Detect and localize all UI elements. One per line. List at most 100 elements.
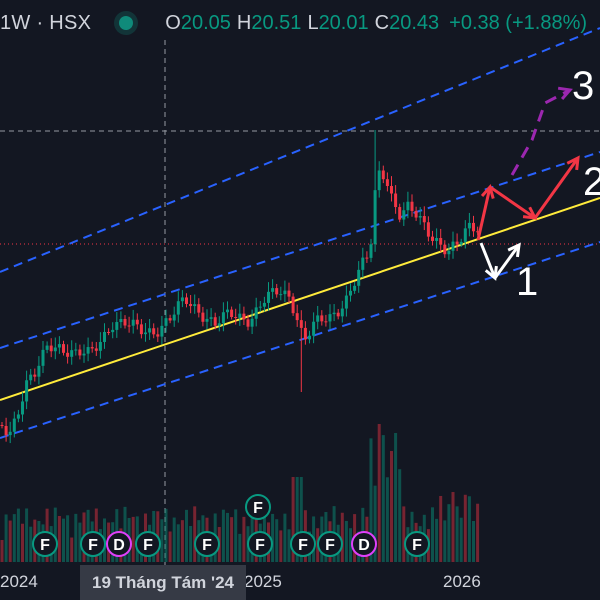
candle-body — [127, 325, 131, 327]
earnings-event-icon[interactable]: F — [404, 531, 430, 557]
volume-bar — [385, 477, 389, 562]
earnings-event-icon[interactable]: F — [245, 494, 271, 520]
candle-body — [8, 431, 12, 436]
wave-label-2[interactable]: 2 — [583, 162, 600, 202]
ohlc-open: O20.05 — [165, 11, 231, 34]
candle-body — [275, 288, 279, 295]
earnings-event-icon[interactable]: F — [80, 531, 106, 557]
candle-body — [369, 244, 373, 258]
dividend-event-icon[interactable]: D — [106, 531, 132, 557]
candle-body — [299, 320, 303, 328]
candles-series — [0, 130, 480, 444]
candle-body — [70, 350, 74, 357]
candle-body — [37, 365, 41, 377]
candle-body — [279, 294, 283, 296]
candle-body — [209, 317, 213, 319]
svg-text:F: F — [202, 537, 212, 554]
ohlc-close: C20.43 — [374, 11, 440, 34]
volume-bar — [279, 530, 283, 562]
candle-body — [287, 290, 291, 297]
candle-body — [12, 418, 16, 432]
earnings-event-icon[interactable]: F — [247, 531, 273, 557]
volume-bar — [0, 540, 4, 562]
candle-body — [0, 425, 4, 426]
candle-body — [332, 312, 336, 315]
candle-body — [45, 345, 49, 350]
candle-body — [16, 414, 20, 419]
candle-body — [123, 318, 127, 326]
volume-bar — [185, 509, 188, 562]
time-label-2024: 2024 — [0, 572, 38, 591]
volume-bar — [25, 508, 29, 562]
candle-body — [217, 323, 221, 326]
wave2-leg-b — [489, 185, 536, 220]
volume-bar — [344, 520, 348, 562]
volume-bar — [451, 492, 455, 562]
wave-label-3[interactable]: 3 — [572, 66, 594, 106]
candle-body — [353, 285, 357, 291]
candle-body — [193, 304, 197, 307]
candle-body — [41, 349, 45, 366]
volume-bar — [164, 508, 168, 562]
candle-body — [139, 324, 143, 335]
volume-bar — [226, 512, 229, 562]
time-label-2025: 2025 — [244, 572, 282, 591]
volume-bar — [180, 520, 184, 562]
candle-body — [160, 325, 164, 337]
volume-bar — [193, 506, 197, 562]
wave3-projection-line — [510, 88, 571, 176]
candle-body — [303, 327, 307, 340]
volume-bar — [463, 494, 467, 562]
earnings-event-icon[interactable]: F — [317, 531, 343, 557]
earnings-event-icon[interactable]: F — [135, 531, 161, 557]
volume-bar — [230, 517, 234, 562]
volume-bar — [189, 525, 193, 562]
svg-text:F: F — [143, 537, 153, 554]
candle-body — [324, 321, 328, 323]
volume-bar — [242, 516, 246, 562]
dividend-event-icon[interactable]: D — [351, 531, 377, 557]
candle-body — [422, 216, 426, 223]
volume-bar — [70, 537, 74, 562]
chart-panel[interactable]: FFDFFFFFDFF 1W · HSX O20.05 H20.51 L20.0… — [0, 0, 600, 600]
volume-bar — [472, 520, 475, 562]
candle-body — [365, 257, 369, 259]
volume-bar — [29, 526, 33, 562]
candle-body — [262, 302, 266, 307]
volume-bar — [394, 432, 398, 562]
candle-body — [29, 374, 33, 381]
candle-body — [459, 241, 463, 245]
candle-body — [25, 380, 29, 402]
volume-bar — [57, 515, 61, 562]
price-chart[interactable]: F F D F F F F F D FF — [0, 0, 600, 600]
candle-body — [344, 295, 348, 309]
earnings-event-icon[interactable]: F — [194, 531, 220, 557]
volume-bar — [221, 509, 225, 562]
market-status-icon[interactable] — [119, 16, 134, 30]
candle-body — [176, 301, 180, 315]
candle-body — [74, 349, 78, 351]
svg-text:F: F — [325, 537, 335, 554]
candle-body — [291, 296, 295, 314]
earnings-event-icon[interactable]: F — [32, 531, 58, 557]
volume-bar — [381, 435, 385, 562]
candle-body — [463, 228, 467, 242]
candle-body — [201, 312, 205, 322]
volume-bar — [271, 513, 275, 562]
volume-bar — [176, 524, 180, 562]
candle-body — [447, 250, 451, 255]
volume-bar — [66, 515, 70, 562]
candle-body — [62, 344, 65, 353]
wave-label-1[interactable]: 1 — [516, 262, 538, 302]
candle-body — [164, 318, 168, 326]
volume-bar — [283, 513, 287, 562]
volume-bar — [172, 517, 176, 562]
symbol-legend: 1W · HSX O20.05 H20.51 L20.01 C20.43 +0.… — [0, 8, 587, 38]
earnings-event-icon[interactable]: F — [290, 531, 316, 557]
volume-bar — [238, 533, 242, 562]
ohlc-low: L20.01 — [307, 11, 369, 34]
symbol-title[interactable]: 1W · HSX — [0, 12, 91, 35]
volume-bar — [447, 504, 451, 562]
volume-bar — [377, 424, 381, 562]
candle-body — [431, 236, 434, 241]
